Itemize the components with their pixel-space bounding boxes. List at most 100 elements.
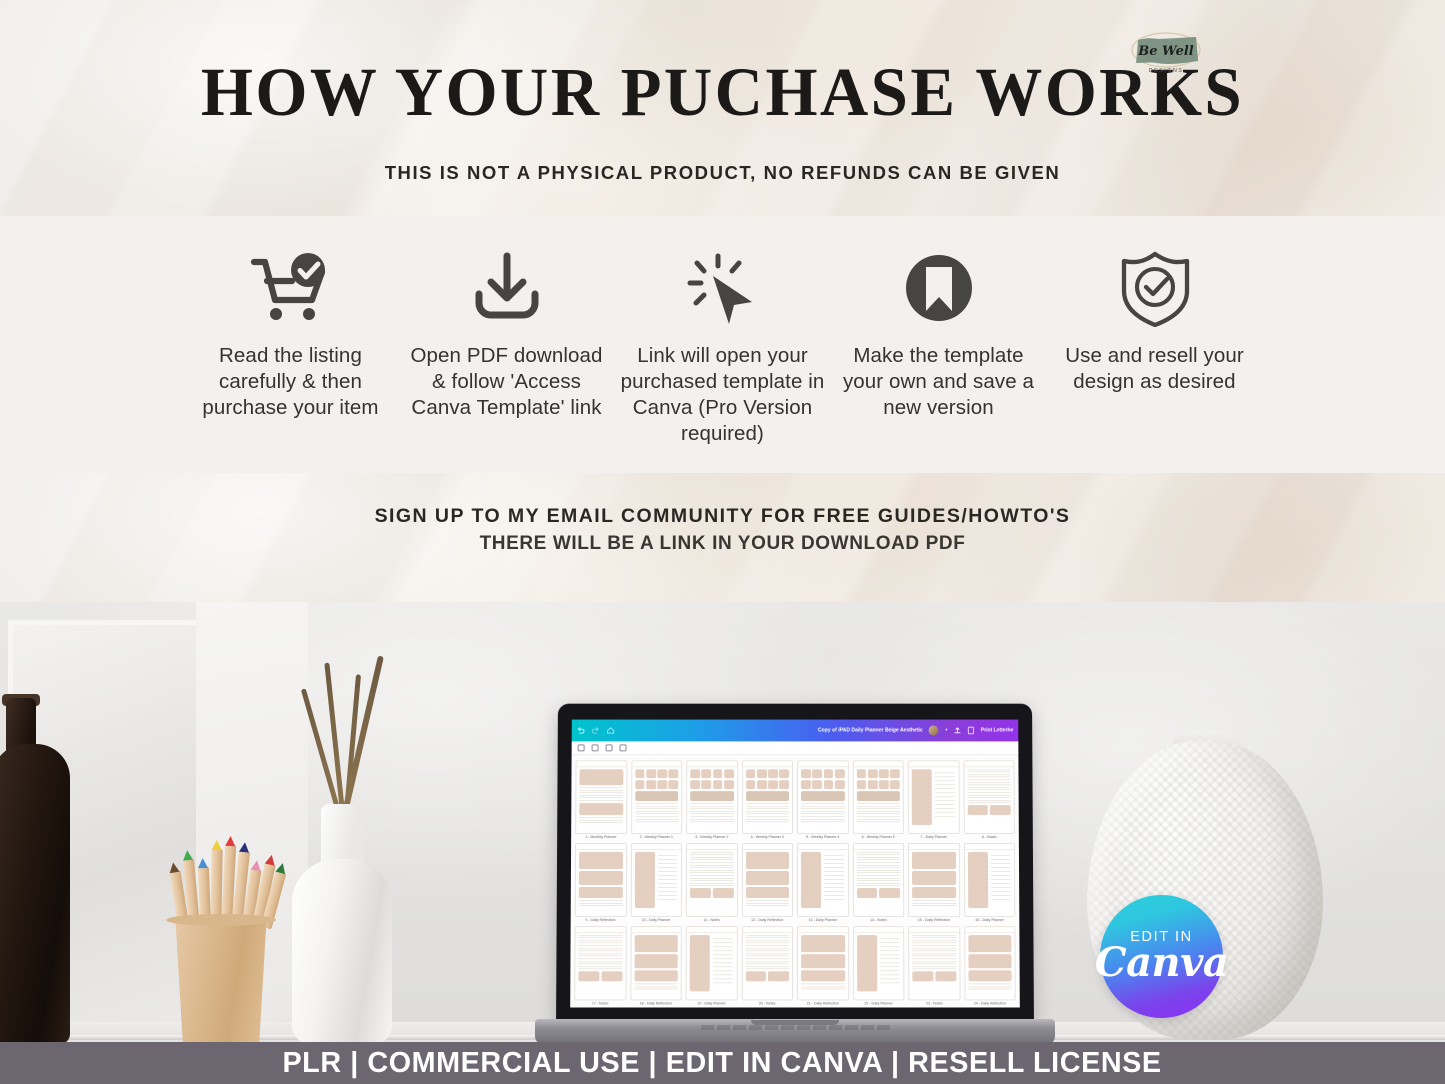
page-thumbnail-label: 13 - Daily Planner	[808, 918, 838, 923]
page-thumbnail-label: 19 - Daily Planner	[697, 1001, 726, 1006]
canva-page-grid[interactable]: 1 - Monthly Planner 2 - Weekly Planner 1 3…	[570, 755, 1020, 1008]
share-button[interactable]: Print Letterhe	[981, 727, 1013, 733]
canva-page-thumbnail[interactable]: 22 - Daily Planner	[852, 926, 905, 1005]
shield-check-icon	[1116, 246, 1194, 330]
page-preview	[796, 843, 849, 918]
canva-page-thumbnail[interactable]: 20 - Notes	[741, 926, 793, 1005]
delete-icon[interactable]	[619, 744, 627, 752]
canva-page-thumbnail[interactable]: 8 - Notes	[963, 760, 1015, 839]
step-label: Read the listing carefully & then purcha…	[202, 344, 379, 419]
home-icon[interactable]	[607, 722, 615, 740]
wooden-pencil-cup	[175, 919, 267, 1044]
canva-page-thumbnail[interactable]: 11 - Notes	[685, 843, 738, 923]
upload-icon[interactable]	[954, 722, 962, 740]
canva-page-thumbnail[interactable]: 12 - Daily Reflection	[741, 843, 794, 923]
pencil-cup-rim	[166, 914, 276, 926]
page-thumbnail-label: 7 - Daily Planner	[920, 835, 947, 840]
step-item: Open PDF download & follow 'Access Canva…	[399, 246, 615, 421]
laptop-mockup: Copy of iPAD Daily Planner Beige Aesthet…	[535, 703, 1055, 1063]
license-footer-text: PLR | COMMERCIAL USE | EDIT IN CANVA | R…	[282, 1046, 1163, 1079]
page-preview	[685, 926, 738, 1001]
bookmark-circle-icon	[901, 246, 977, 330]
page-thumbnail-label: 10 - Daily Planner	[641, 918, 671, 923]
canva-toolbar[interactable]: Copy of iPAD Daily Planner Beige Aesthet…	[571, 719, 1019, 742]
laptop-lid: Copy of iPAD Daily Planner Beige Aesthet…	[556, 703, 1034, 1024]
page-thumbnail-label: 8 - Notes	[981, 835, 997, 840]
document-icon[interactable]	[968, 722, 975, 740]
copy-icon[interactable]	[605, 744, 613, 752]
page-thumbnail-label: 5 - Weekly Planner 4	[806, 835, 840, 840]
canva-page-thumbnail[interactable]: 5 - Weekly Planner 4	[796, 760, 849, 840]
edit-in-canva-badge[interactable]: EDIT IN Canva	[1095, 895, 1229, 1018]
canva-page-thumbnail[interactable]: 1 - Monthly Planner	[575, 760, 627, 839]
page-thumbnail-label: 1 - Monthly Planner	[585, 835, 617, 840]
promo-graphic: HOW YOUR PUCHASE WORKS THIS IS NOT A PHY…	[0, 0, 1445, 1084]
canva-secondary-toolbar[interactable]	[571, 741, 1019, 756]
avatar[interactable]	[928, 725, 939, 736]
canva-page-thumbnail[interactable]: 6 - Weekly Planner 5	[852, 760, 904, 839]
header: HOW YOUR PUCHASE WORKS THIS IS NOT A PHY…	[0, 0, 1445, 216]
canva-page-thumbnail[interactable]: 13 - Daily Planner	[796, 843, 849, 923]
canva-page-thumbnail[interactable]: 23 - Notes	[908, 926, 961, 1006]
step-item: Use and resell your design as desired	[1047, 246, 1263, 395]
svg-text:DESIGNS: DESIGNS	[1149, 68, 1184, 74]
canva-page-thumbnail[interactable]: 21 - Daily Reflection	[797, 926, 849, 1005]
step-label: Use and resell your design as desired	[1065, 344, 1244, 393]
canva-page-thumbnail[interactable]: 3 - Weekly Planner 2	[686, 760, 738, 839]
duplicate-icon[interactable]	[591, 744, 599, 752]
step-item: Make the template your own and save a ne…	[831, 246, 1047, 421]
add-collaborator-button[interactable]: +	[945, 727, 948, 733]
page-subtitle: THIS IS NOT A PHYSICAL PRODUCT, NO REFUN…	[384, 162, 1061, 183]
canva-page-thumbnail[interactable]: 18 - Daily Reflection	[629, 926, 682, 1006]
page-preview	[629, 926, 682, 1001]
canva-page-thumbnail[interactable]: 7 - Daily Planner	[907, 760, 960, 840]
page-preview	[630, 760, 683, 835]
step-label: Make the template your own and save a ne…	[842, 344, 1035, 419]
page-thumbnail-label: 23 - Notes	[925, 1001, 943, 1006]
page-preview	[741, 760, 794, 835]
canva-page-thumbnail[interactable]: 19 - Daily Planner	[685, 926, 738, 1006]
page-preview	[796, 760, 849, 835]
canva-page-thumbnail[interactable]: 10 - Daily Planner	[630, 843, 683, 923]
redo-icon[interactable]	[592, 722, 600, 740]
page-preview	[630, 843, 683, 918]
page-title: HOW YOUR PUCHASE WORKS	[200, 54, 1245, 130]
page-manager-icon[interactable]	[577, 744, 585, 752]
undo-icon[interactable]	[577, 722, 585, 740]
cta-subline: THERE WILL BE A LINK IN YOUR DOWNLOAD PD…	[479, 533, 966, 554]
shopping-cart-check-icon	[247, 246, 335, 330]
canva-page-thumbnail[interactable]: 2 - Weekly Planner 1	[630, 760, 683, 839]
page-thumbnail-label: 11 - Notes	[703, 918, 720, 923]
canva-page-thumbnail[interactable]: 15 - Daily Reflection	[907, 843, 960, 922]
page-preview	[963, 926, 1016, 1001]
page-preview	[852, 926, 905, 1001]
svg-text:Be Well: Be Well	[1137, 44, 1194, 59]
page-preview	[741, 926, 793, 1001]
step-label: Open PDF download & follow 'Access Canva…	[410, 344, 603, 419]
cta-headline: SIGN UP TO MY EMAIL COMMUNITY FOR FREE G…	[374, 505, 1071, 527]
page-preview	[686, 760, 738, 835]
download-icon	[467, 246, 547, 330]
brand-logo: Be Well DESIGNS	[1120, 28, 1212, 76]
page-preview	[963, 760, 1015, 835]
canva-page-thumbnail[interactable]: 24 - Daily Reflection	[963, 926, 1016, 1005]
canva-page-thumbnail[interactable]: 16 - Daily Planner	[963, 843, 1016, 922]
page-thumbnail-label: 12 - Daily Reflection	[751, 918, 784, 923]
page-thumbnail-label: 18 - Daily Reflection	[639, 1001, 672, 1006]
page-thumbnail-label: 20 - Notes	[758, 1001, 776, 1006]
canva-page-thumbnail[interactable]: 14 - Notes	[852, 843, 905, 922]
dark-glass-bottle	[0, 684, 70, 1044]
step-item: Read the listing carefully & then purcha…	[183, 246, 399, 421]
page-thumbnail-label: 3 - Weekly Planner 2	[695, 835, 729, 840]
steps-section: Read the listing carefully & then purcha…	[0, 216, 1445, 473]
page-preview	[741, 843, 794, 918]
page-preview	[907, 843, 960, 918]
canva-page-thumbnail[interactable]: 17 - Notes	[574, 926, 627, 1005]
step-label: Link will open your purchased template i…	[620, 344, 825, 445]
canva-page-thumbnail[interactable]: 4 - Weekly Planner 3	[741, 760, 794, 839]
page-preview	[574, 843, 627, 918]
license-footer-bar: PLR | COMMERCIAL USE | EDIT IN CANVA | R…	[0, 1042, 1445, 1084]
canva-page-thumbnail[interactable]: 9 - Daily Reflection	[574, 843, 627, 922]
white-bottle-vase	[292, 655, 392, 1044]
badge-brand-label: Canva	[1094, 939, 1229, 986]
